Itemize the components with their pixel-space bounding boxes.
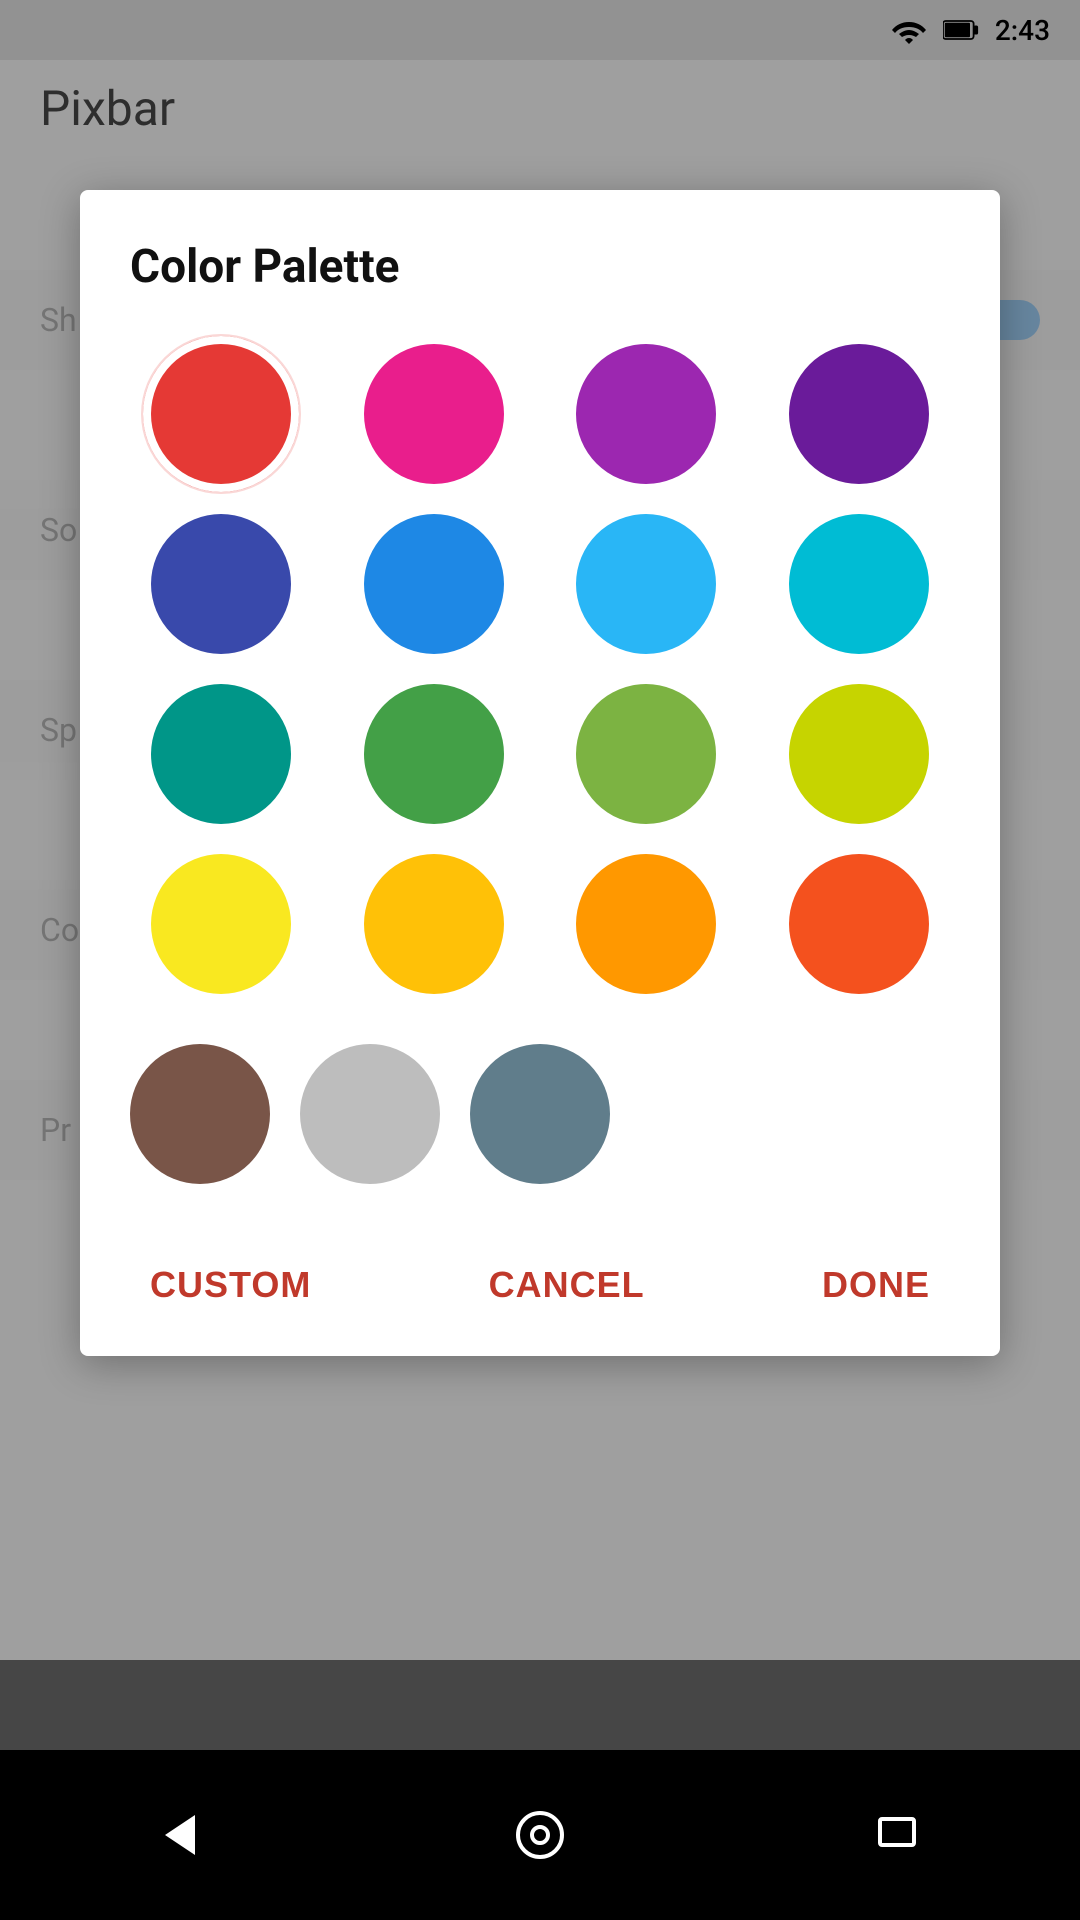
cancel-button[interactable]: CANCEL — [469, 1254, 665, 1316]
nav-back-button[interactable] — [140, 1795, 220, 1875]
dialog-actions: CUSTOM CANCEL DONE — [130, 1234, 950, 1316]
nav-home-button[interactable] — [500, 1795, 580, 1875]
color-swatch-green[interactable] — [364, 684, 504, 824]
color-swatch-teal[interactable] — [151, 684, 291, 824]
color-swatch-light-blue[interactable] — [576, 514, 716, 654]
color-swatch-blue[interactable] — [364, 514, 504, 654]
color-grid-last — [130, 1044, 950, 1184]
bottom-nav-bar — [0, 1750, 1080, 1920]
color-swatch-deep-orange[interactable] — [789, 854, 929, 994]
color-swatch-amber[interactable] — [364, 854, 504, 994]
color-palette-dialog: Color Palette CUSTOM CANCEL DONE — [80, 190, 1000, 1356]
color-grid-main — [130, 344, 950, 994]
color-swatch-lime[interactable] — [789, 684, 929, 824]
nav-recents-button[interactable] — [860, 1795, 940, 1875]
color-swatch-yellow[interactable] — [151, 854, 291, 994]
color-swatch-light-green[interactable] — [576, 684, 716, 824]
dialog-title: Color Palette — [130, 240, 950, 294]
done-button[interactable]: DONE — [802, 1254, 950, 1316]
color-swatch-grey[interactable] — [300, 1044, 440, 1184]
color-swatch-orange[interactable] — [576, 854, 716, 994]
color-swatch-cyan[interactable] — [789, 514, 929, 654]
color-swatch-blue-grey[interactable] — [470, 1044, 610, 1184]
color-swatch-indigo[interactable] — [151, 514, 291, 654]
custom-button[interactable]: CUSTOM — [130, 1254, 331, 1316]
color-swatch-magenta[interactable] — [576, 344, 716, 484]
color-swatch-deep-purple[interactable] — [789, 344, 929, 484]
color-swatch-red[interactable] — [151, 344, 291, 484]
color-swatch-brown[interactable] — [130, 1044, 270, 1184]
color-swatch-pink[interactable] — [364, 344, 504, 484]
